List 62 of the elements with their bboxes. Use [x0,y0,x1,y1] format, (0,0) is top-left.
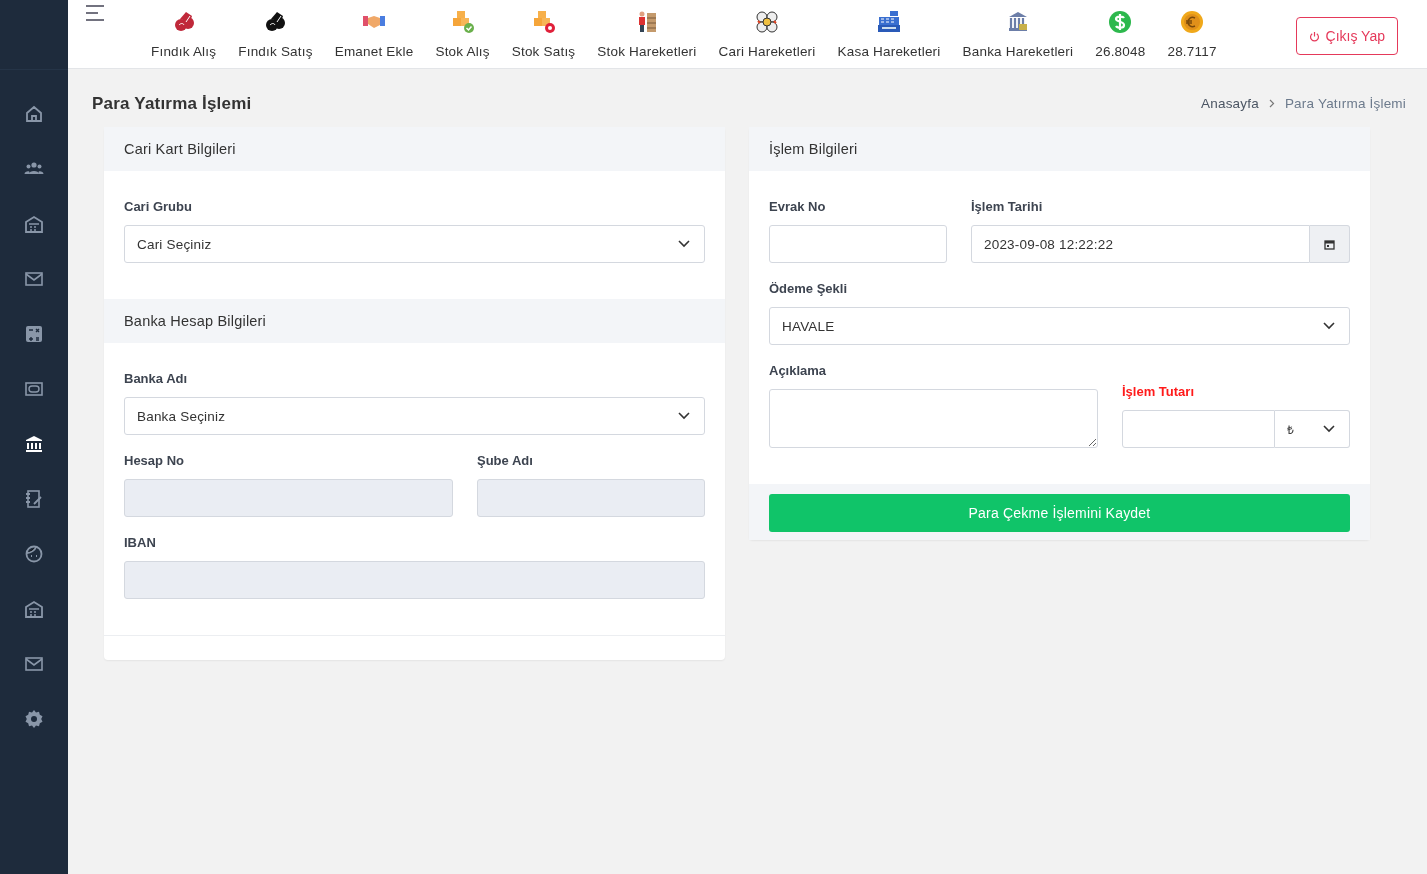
euro-coin-icon [1180,10,1204,34]
textarea-field[interactable] [769,389,1098,448]
menu-icon[interactable] [86,5,106,21]
page-title: Para Yatırma İşlemi [92,93,252,114]
settings-icon[interactable] [24,708,44,729]
home-icon[interactable] [24,103,44,124]
nav-link[interactable]: Banka Hareketleri [951,0,1085,59]
chevron-down-icon [678,412,690,420]
boxes-minus-icon [531,10,556,34]
chevron-right-icon [1268,99,1275,108]
nav-link[interactable]: Fındık Satış [227,0,324,59]
nav-link[interactable]: Stok Hareketleri [586,0,708,59]
power-icon [1308,30,1320,42]
field-label: IBAN [124,535,157,550]
nav-link[interactable]: Stok Alış [424,0,501,59]
card-header: Banka Hesap Bilgileri [104,299,725,343]
hazelnut-icon [263,10,288,34]
select-field[interactable]: Banka Seçiniz [124,397,705,435]
date-field[interactable]: 2023-09-08 12:22:22 [971,225,1310,263]
input-field[interactable] [124,561,705,599]
chevron-down-icon [678,240,690,248]
nav-link[interactable]: 26.8048 [1084,0,1157,59]
input-field[interactable] [769,225,947,263]
logout-button[interactable]: Çıkış Yap [1295,17,1398,55]
field-label: Hesap No [124,453,185,468]
calendar-icon [1324,238,1335,250]
breadcrumb-link[interactable]: Anasayfa [1201,96,1259,111]
nav-link[interactable]: Fındık Alış [140,0,228,59]
currency-select[interactable]: ₺ [1275,410,1350,448]
field-label: Banka Adı [124,371,189,386]
notebook-icon[interactable] [24,488,44,509]
nav-link[interactable]: 28.7117 [1156,0,1228,59]
card-header: Cari Kart Bilgileri [104,127,725,171]
select-field[interactable]: Cari Seçiniz [124,225,705,263]
input-field[interactable] [124,479,453,517]
card-header: İşlem Bilgileri [749,127,1370,171]
chevron-down-icon [1323,322,1335,330]
calculator-icon[interactable] [24,323,44,344]
chevron-down-icon [1323,425,1335,433]
calendar-button[interactable] [1310,225,1350,263]
nav-link[interactable]: Emanet Ekle [323,0,425,59]
dollar-coin-icon [1108,10,1133,34]
field-label: İşlem Tarihi [971,199,1044,214]
warehouse-icon[interactable] [24,598,44,619]
field-label: Cari Grubu [124,199,193,214]
nav-link[interactable]: Cari Hareketleri [707,0,827,59]
field-label: İşlem Tutarı [1122,384,1195,399]
face-icon[interactable] [24,543,44,564]
warehouse-icon[interactable] [24,213,44,234]
input-field[interactable] [477,479,705,517]
field-label: Şube Adı [477,453,534,468]
field-label: Ödeme Şekli [769,281,849,296]
boxes-check-icon [450,10,475,34]
select-field[interactable]: HAVALE [769,307,1350,345]
nav-link[interactable]: Kasa Hareketleri [826,0,952,59]
bank-icon[interactable] [24,433,44,454]
cash-register-icon [877,10,901,34]
field-label: Açıklama [769,363,828,378]
breadcrumb-current: Para Yatırma İşlemi [1284,96,1406,111]
nav-link[interactable]: Stok Satış [500,0,587,59]
field-label: Evrak No [769,199,827,214]
amount-field[interactable] [1122,410,1275,448]
